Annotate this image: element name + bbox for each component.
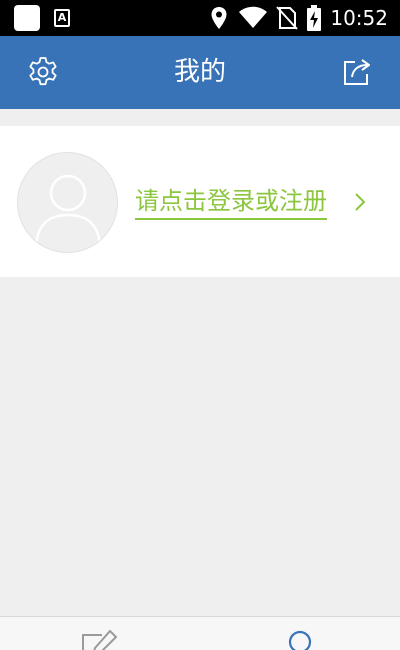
share-icon [344, 59, 370, 85]
no-sim-icon [276, 6, 299, 30]
wifi-icon [239, 6, 268, 28]
avatar[interactable] [17, 152, 118, 253]
nav-profile-tab[interactable] [283, 629, 323, 650]
battery-charging-icon [307, 5, 322, 31]
profile-card[interactable]: 请点击登录或注册 [0, 126, 400, 277]
notification-square-icon [14, 5, 40, 31]
user-avatar-icon [34, 174, 102, 246]
location-icon [211, 7, 227, 29]
notification-a-icon: A [54, 9, 70, 27]
share-button[interactable] [340, 54, 376, 90]
clock: 10:52 [330, 6, 388, 30]
status-bar-right: 10:52 [210, 4, 388, 32]
app-bar: 我的 [0, 36, 400, 109]
chevron-right-icon[interactable] [352, 190, 368, 214]
bottom-nav [0, 616, 400, 650]
nav-write-tab[interactable] [80, 629, 120, 650]
status-bar-left: A [14, 5, 70, 31]
login-register-link[interactable]: 请点击登录或注册 [135, 184, 327, 220]
edit-icon [82, 630, 117, 650]
status-bar: A 10:52 [0, 0, 400, 36]
profile-circle-icon [288, 630, 312, 650]
screen: A 10:52 我的 请点击登录或注册 [0, 0, 400, 650]
